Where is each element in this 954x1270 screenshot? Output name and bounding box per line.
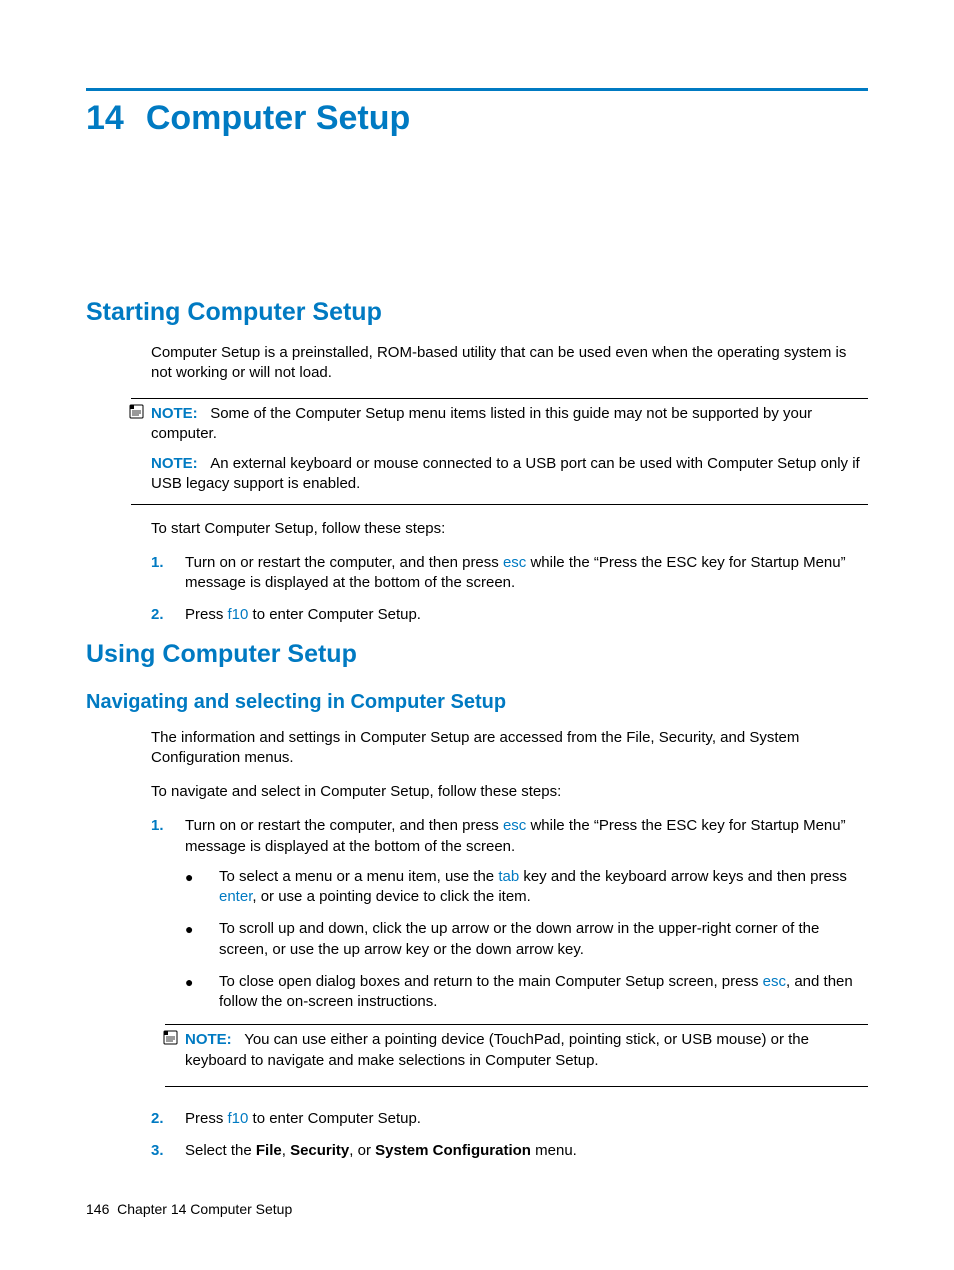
ordered-list: 1. Turn on or restart the computer, and … xyxy=(86,816,868,1161)
note-text: An external keyboard or mouse connected … xyxy=(151,455,860,492)
chapter-number: 14 xyxy=(86,99,124,137)
note-text: Some of the Computer Setup menu items li… xyxy=(151,405,812,442)
footer-label: Chapter 14 Computer Setup xyxy=(117,1201,292,1217)
key-tab: tab xyxy=(498,868,519,885)
chapter-title: 14 Computer Setup xyxy=(86,99,868,138)
section-heading-starting: Starting Computer Setup xyxy=(86,298,868,327)
list-item: 2. Press f10 to enter Computer Setup. xyxy=(151,605,868,625)
chapter-title-text: Computer Setup xyxy=(146,99,410,137)
section-heading-using: Using Computer Setup xyxy=(86,640,868,669)
list-item: 2. Press f10 to enter Computer Setup. xyxy=(151,1109,868,1129)
lead-paragraph: To start Computer Setup, follow these st… xyxy=(151,519,868,539)
menu-system-configuration: System Configuration xyxy=(375,1142,531,1159)
menu-security: Security xyxy=(290,1142,349,1159)
note-block: NOTE: Some of the Computer Setup menu it… xyxy=(131,398,868,505)
bullet-item: ● To select a menu or a menu item, use t… xyxy=(185,867,868,908)
bullet-marker: ● xyxy=(185,972,219,1013)
bullet-marker: ● xyxy=(185,919,219,960)
key-f10: f10 xyxy=(228,606,249,623)
key-enter: enter xyxy=(219,888,252,905)
key-f10: f10 xyxy=(228,1110,249,1127)
list-item-body: Select the File, Security, or System Con… xyxy=(185,1141,868,1161)
list-item: 1. Turn on or restart the computer, and … xyxy=(151,816,868,1097)
list-item-body: Press f10 to enter Computer Setup. xyxy=(185,1109,868,1129)
list-item: 3. Select the File, Security, or System … xyxy=(151,1141,868,1161)
bullet-marker: ● xyxy=(185,867,219,908)
subsection-heading-navigating: Navigating and selecting in Computer Set… xyxy=(86,691,868,714)
note-paragraph: NOTE: Some of the Computer Setup menu it… xyxy=(151,404,868,445)
note-label: NOTE: xyxy=(151,405,198,422)
page-footer: 146 Chapter 14 Computer Setup xyxy=(86,1201,868,1217)
bullet-item: ● To close open dialog boxes and return … xyxy=(185,972,868,1013)
paragraph: The information and settings in Computer… xyxy=(151,728,868,769)
note-icon xyxy=(129,404,145,420)
note-label: NOTE: xyxy=(151,455,198,472)
note-text: You can use either a pointing device (To… xyxy=(185,1031,809,1068)
note-paragraph: NOTE: You can use either a pointing devi… xyxy=(185,1030,868,1071)
bullet-item: ● To scroll up and down, click the up ar… xyxy=(185,919,868,960)
note-paragraph: NOTE: An external keyboard or mouse conn… xyxy=(151,454,868,495)
list-item: 1. Turn on or restart the computer, and … xyxy=(151,553,868,594)
key-esc: esc xyxy=(763,973,786,990)
list-marker: 1. xyxy=(151,553,185,594)
key-esc: esc xyxy=(503,554,526,571)
bullet-text: To scroll up and down, click the up arro… xyxy=(219,919,868,960)
note-icon xyxy=(163,1030,179,1046)
bullet-list: ● To select a menu or a menu item, use t… xyxy=(185,867,868,1013)
list-marker: 3. xyxy=(151,1141,185,1161)
page-number: 146 xyxy=(86,1201,109,1217)
list-item-body: Turn on or restart the computer, and the… xyxy=(185,553,868,594)
note-block: NOTE: You can use either a pointing devi… xyxy=(165,1024,868,1087)
list-item-body: Turn on or restart the computer, and the… xyxy=(185,816,868,1097)
note-label: NOTE: xyxy=(185,1031,232,1048)
list-item-body: Press f10 to enter Computer Setup. xyxy=(185,605,868,625)
key-esc: esc xyxy=(503,817,526,834)
menu-file: File xyxy=(256,1142,282,1159)
intro-paragraph: Computer Setup is a preinstalled, ROM-ba… xyxy=(151,343,868,384)
list-marker: 2. xyxy=(151,605,185,625)
ordered-list: 1. Turn on or restart the computer, and … xyxy=(86,553,868,626)
list-marker: 2. xyxy=(151,1109,185,1129)
lead-paragraph: To navigate and select in Computer Setup… xyxy=(151,782,868,802)
